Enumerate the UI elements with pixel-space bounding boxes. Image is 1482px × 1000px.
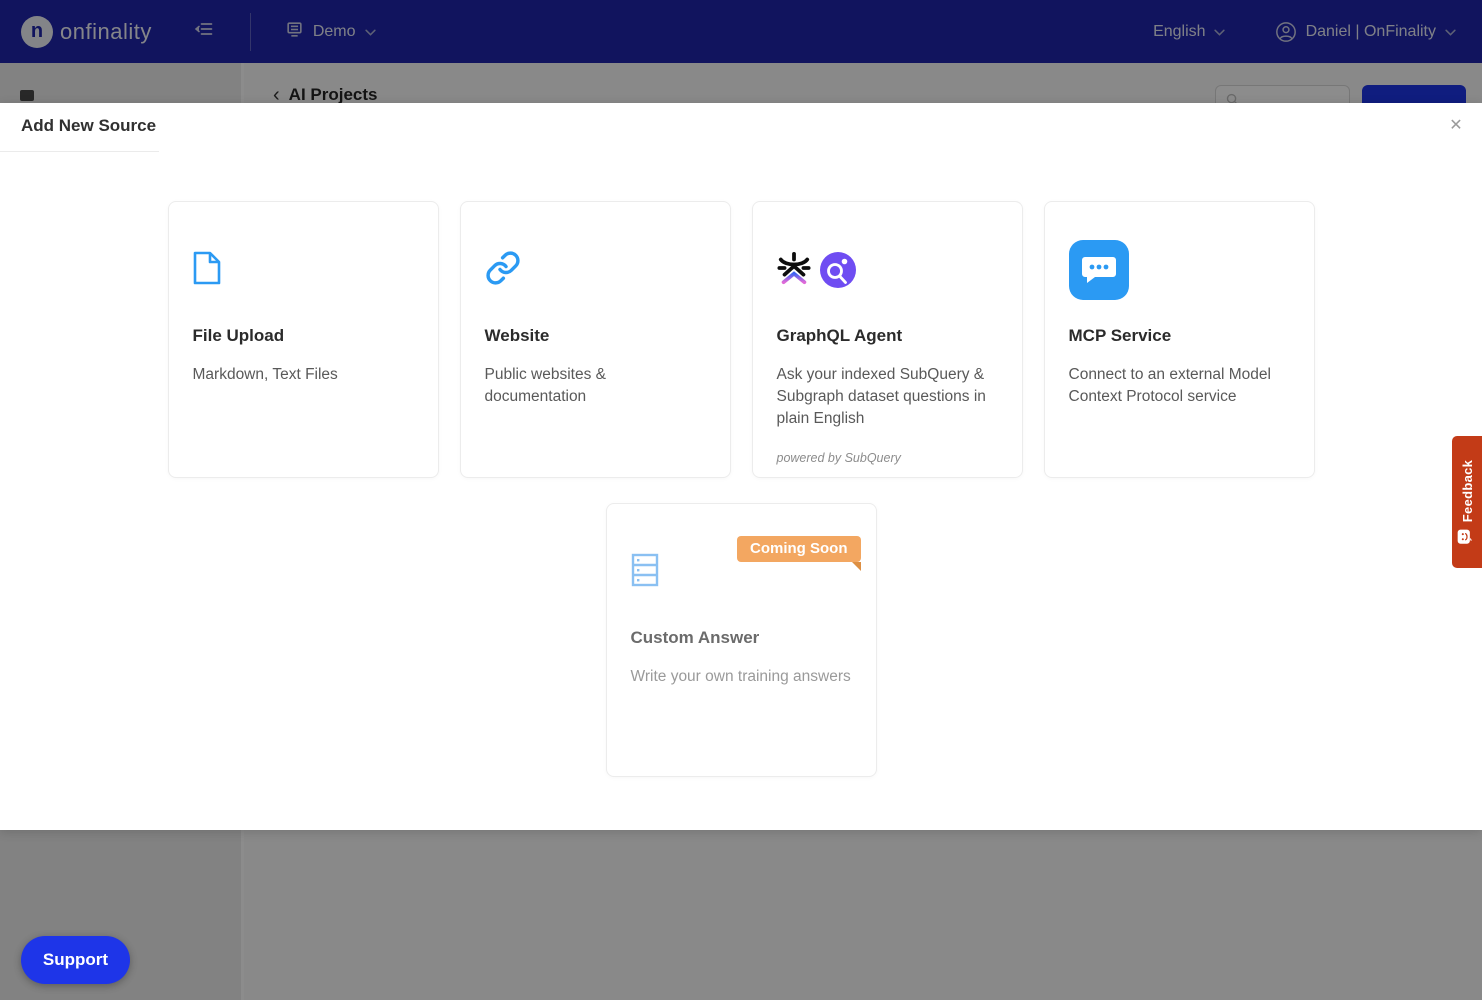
card-title: Custom Answer	[631, 628, 852, 648]
card-title: Website	[485, 326, 706, 346]
card-title: MCP Service	[1069, 326, 1290, 346]
subquery-icon	[777, 251, 811, 290]
file-icon	[193, 251, 221, 290]
card-description: Markdown, Text Files	[193, 364, 414, 386]
source-card-file-upload[interactable]: File Upload Markdown, Text Files	[168, 201, 439, 478]
feedback-smiley-icon	[1457, 529, 1477, 544]
thegraph-icon	[820, 252, 856, 288]
close-icon[interactable]: ✕	[1445, 115, 1467, 137]
support-button[interactable]: Support	[21, 936, 130, 984]
coming-soon-badge: Coming Soon	[737, 536, 861, 562]
card-title: GraphQL Agent	[777, 326, 998, 346]
message-icon	[1069, 240, 1129, 300]
card-description: Write your own training answers	[631, 666, 852, 688]
feedback-tab[interactable]: Feedback	[1452, 436, 1482, 568]
source-cards-row-1: File Upload Markdown, Text Files Website…	[0, 201, 1482, 478]
modal-header-underline	[0, 151, 159, 152]
card-description: Ask your indexed SubQuery & Subgraph dat…	[777, 364, 998, 430]
card-description: Public websites & documentation	[485, 364, 706, 408]
card-description: Connect to an external Model Context Pro…	[1069, 364, 1290, 408]
link-icon	[485, 250, 521, 291]
card-title: File Upload	[193, 326, 414, 346]
list-icon	[631, 553, 659, 592]
modal-header: Add New Source ✕	[0, 103, 1482, 152]
powered-by-label: powered by SubQuery	[777, 451, 901, 465]
source-card-mcp-service[interactable]: MCP Service Connect to an external Model…	[1044, 201, 1315, 478]
feedback-label: Feedback	[1460, 460, 1475, 522]
add-new-source-modal: Add New Source ✕ File Upload Markdown, T…	[0, 103, 1482, 830]
modal-title: Add New Source	[21, 116, 156, 136]
source-card-custom-answer: Coming Soon Custom Answer Write your own…	[606, 503, 877, 777]
source-card-graphql-agent[interactable]: GraphQL Agent Ask your indexed SubQuery …	[752, 201, 1023, 478]
source-cards-row-2: Coming Soon Custom Answer Write your own…	[0, 503, 1482, 777]
source-card-website[interactable]: Website Public websites & documentation	[460, 201, 731, 478]
